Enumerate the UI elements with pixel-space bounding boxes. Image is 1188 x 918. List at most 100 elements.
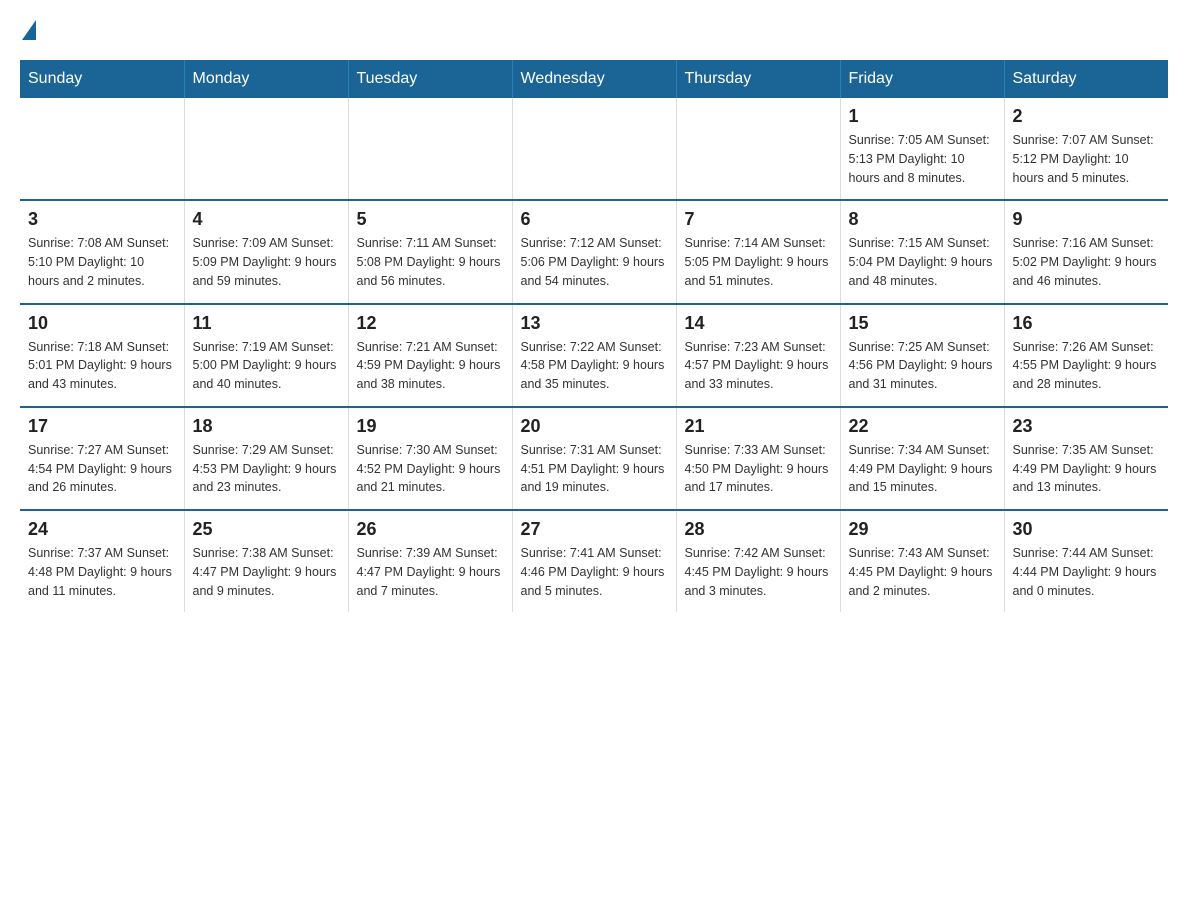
day-info: Sunrise: 7:37 AM Sunset: 4:48 PM Dayligh…: [28, 544, 176, 600]
calendar-week-1: 1 Sunrise: 7:05 AM Sunset: 5:13 PM Daylig…: [20, 98, 1168, 200]
calendar-cell: 15 Sunrise: 7:25 AM Sunset: 4:56 PM Dayli…: [840, 304, 1004, 407]
day-info: Sunrise: 7:41 AM Sunset: 4:46 PM Dayligh…: [521, 544, 668, 600]
day-number: 10: [28, 313, 176, 334]
calendar-cell: 17 Sunrise: 7:27 AM Sunset: 4:54 PM Dayli…: [20, 407, 184, 510]
calendar-cell: 25 Sunrise: 7:38 AM Sunset: 4:47 PM Dayli…: [184, 510, 348, 612]
day-number: 7: [685, 209, 832, 230]
calendar-cell: 23 Sunrise: 7:35 AM Sunset: 4:49 PM Dayli…: [1004, 407, 1168, 510]
day-info: Sunrise: 7:19 AM Sunset: 5:00 PM Dayligh…: [193, 338, 340, 394]
day-info: Sunrise: 7:43 AM Sunset: 4:45 PM Dayligh…: [849, 544, 996, 600]
day-info: Sunrise: 7:11 AM Sunset: 5:08 PM Dayligh…: [357, 234, 504, 290]
day-info: Sunrise: 7:39 AM Sunset: 4:47 PM Dayligh…: [357, 544, 504, 600]
calendar-cell: 12 Sunrise: 7:21 AM Sunset: 4:59 PM Dayli…: [348, 304, 512, 407]
day-number: 27: [521, 519, 668, 540]
day-number: 13: [521, 313, 668, 334]
calendar-cell: [676, 98, 840, 200]
calendar-cell: 5 Sunrise: 7:11 AM Sunset: 5:08 PM Daylig…: [348, 200, 512, 303]
day-number: 8: [849, 209, 996, 230]
day-number: 6: [521, 209, 668, 230]
day-number: 5: [357, 209, 504, 230]
day-number: 26: [357, 519, 504, 540]
day-info: Sunrise: 7:31 AM Sunset: 4:51 PM Dayligh…: [521, 441, 668, 497]
calendar-cell: [184, 98, 348, 200]
weekday-header-row: SundayMondayTuesdayWednesdayThursdayFrid…: [20, 60, 1168, 98]
day-number: 19: [357, 416, 504, 437]
weekday-header-thursday: Thursday: [676, 60, 840, 98]
day-number: 1: [849, 106, 996, 127]
calendar-header: SundayMondayTuesdayWednesdayThursdayFrid…: [20, 60, 1168, 98]
day-number: 28: [685, 519, 832, 540]
calendar-cell: 9 Sunrise: 7:16 AM Sunset: 5:02 PM Daylig…: [1004, 200, 1168, 303]
calendar-cell: 4 Sunrise: 7:09 AM Sunset: 5:09 PM Daylig…: [184, 200, 348, 303]
day-number: 14: [685, 313, 832, 334]
day-number: 25: [193, 519, 340, 540]
day-info: Sunrise: 7:14 AM Sunset: 5:05 PM Dayligh…: [685, 234, 832, 290]
calendar-cell: 26 Sunrise: 7:39 AM Sunset: 4:47 PM Dayli…: [348, 510, 512, 612]
calendar-cell: 8Sunrise: 7:15 AM Sunset: 5:04 PM Daylig…: [840, 200, 1004, 303]
calendar-body: 1 Sunrise: 7:05 AM Sunset: 5:13 PM Daylig…: [20, 98, 1168, 612]
calendar-cell: [348, 98, 512, 200]
day-info: Sunrise: 7:25 AM Sunset: 4:56 PM Dayligh…: [849, 338, 996, 394]
calendar-cell: 22Sunrise: 7:34 AM Sunset: 4:49 PM Dayli…: [840, 407, 1004, 510]
day-info: Sunrise: 7:42 AM Sunset: 4:45 PM Dayligh…: [685, 544, 832, 600]
logo: [20, 20, 38, 40]
day-info: Sunrise: 7:29 AM Sunset: 4:53 PM Dayligh…: [193, 441, 340, 497]
calendar-cell: 21Sunrise: 7:33 AM Sunset: 4:50 PM Dayli…: [676, 407, 840, 510]
day-number: 18: [193, 416, 340, 437]
day-number: 17: [28, 416, 176, 437]
calendar-cell: [20, 98, 184, 200]
calendar-week-3: 10 Sunrise: 7:18 AM Sunset: 5:01 PM Dayli…: [20, 304, 1168, 407]
weekday-header-tuesday: Tuesday: [348, 60, 512, 98]
weekday-header-sunday: Sunday: [20, 60, 184, 98]
calendar-week-4: 17 Sunrise: 7:27 AM Sunset: 4:54 PM Dayli…: [20, 407, 1168, 510]
day-info: Sunrise: 7:12 AM Sunset: 5:06 PM Dayligh…: [521, 234, 668, 290]
day-number: 29: [849, 519, 996, 540]
day-info: Sunrise: 7:27 AM Sunset: 4:54 PM Dayligh…: [28, 441, 176, 497]
calendar-cell: 20 Sunrise: 7:31 AM Sunset: 4:51 PM Dayli…: [512, 407, 676, 510]
calendar-cell: 3Sunrise: 7:08 AM Sunset: 5:10 PM Daylig…: [20, 200, 184, 303]
weekday-header-wednesday: Wednesday: [512, 60, 676, 98]
day-number: 20: [521, 416, 668, 437]
day-number: 9: [1013, 209, 1161, 230]
calendar-cell: 2Sunrise: 7:07 AM Sunset: 5:12 PM Daylig…: [1004, 98, 1168, 200]
calendar-cell: 13 Sunrise: 7:22 AM Sunset: 4:58 PM Dayli…: [512, 304, 676, 407]
day-number: 4: [193, 209, 340, 230]
calendar-cell: 10 Sunrise: 7:18 AM Sunset: 5:01 PM Dayli…: [20, 304, 184, 407]
day-info: Sunrise: 7:18 AM Sunset: 5:01 PM Dayligh…: [28, 338, 176, 394]
calendar-cell: 24 Sunrise: 7:37 AM Sunset: 4:48 PM Dayli…: [20, 510, 184, 612]
calendar-cell: 6 Sunrise: 7:12 AM Sunset: 5:06 PM Daylig…: [512, 200, 676, 303]
day-number: 21: [685, 416, 832, 437]
calendar-cell: 27 Sunrise: 7:41 AM Sunset: 4:46 PM Dayli…: [512, 510, 676, 612]
calendar-cell: 19 Sunrise: 7:30 AM Sunset: 4:52 PM Dayli…: [348, 407, 512, 510]
weekday-header-saturday: Saturday: [1004, 60, 1168, 98]
calendar-cell: 11 Sunrise: 7:19 AM Sunset: 5:00 PM Dayli…: [184, 304, 348, 407]
day-info: Sunrise: 7:38 AM Sunset: 4:47 PM Dayligh…: [193, 544, 340, 600]
day-info: Sunrise: 7:05 AM Sunset: 5:13 PM Dayligh…: [849, 131, 996, 187]
calendar-cell: 30Sunrise: 7:44 AM Sunset: 4:44 PM Dayli…: [1004, 510, 1168, 612]
day-info: Sunrise: 7:30 AM Sunset: 4:52 PM Dayligh…: [357, 441, 504, 497]
day-number: 11: [193, 313, 340, 334]
day-info: Sunrise: 7:07 AM Sunset: 5:12 PM Dayligh…: [1013, 131, 1161, 187]
calendar-cell: 14Sunrise: 7:23 AM Sunset: 4:57 PM Dayli…: [676, 304, 840, 407]
calendar-cell: 16 Sunrise: 7:26 AM Sunset: 4:55 PM Dayli…: [1004, 304, 1168, 407]
calendar-cell: 7 Sunrise: 7:14 AM Sunset: 5:05 PM Daylig…: [676, 200, 840, 303]
weekday-header-monday: Monday: [184, 60, 348, 98]
calendar-cell: 18 Sunrise: 7:29 AM Sunset: 4:53 PM Dayli…: [184, 407, 348, 510]
day-number: 16: [1013, 313, 1161, 334]
day-number: 24: [28, 519, 176, 540]
day-info: Sunrise: 7:35 AM Sunset: 4:49 PM Dayligh…: [1013, 441, 1161, 497]
day-info: Sunrise: 7:09 AM Sunset: 5:09 PM Dayligh…: [193, 234, 340, 290]
calendar-cell: 28 Sunrise: 7:42 AM Sunset: 4:45 PM Dayli…: [676, 510, 840, 612]
weekday-header-friday: Friday: [840, 60, 1004, 98]
day-info: Sunrise: 7:21 AM Sunset: 4:59 PM Dayligh…: [357, 338, 504, 394]
day-info: Sunrise: 7:26 AM Sunset: 4:55 PM Dayligh…: [1013, 338, 1161, 394]
calendar-table: SundayMondayTuesdayWednesdayThursdayFrid…: [20, 60, 1168, 612]
day-info: Sunrise: 7:16 AM Sunset: 5:02 PM Dayligh…: [1013, 234, 1161, 290]
day-number: 12: [357, 313, 504, 334]
day-info: Sunrise: 7:44 AM Sunset: 4:44 PM Dayligh…: [1013, 544, 1161, 600]
day-info: Sunrise: 7:08 AM Sunset: 5:10 PM Dayligh…: [28, 234, 176, 290]
day-info: Sunrise: 7:22 AM Sunset: 4:58 PM Dayligh…: [521, 338, 668, 394]
day-number: 22: [849, 416, 996, 437]
day-number: 23: [1013, 416, 1161, 437]
day-number: 15: [849, 313, 996, 334]
